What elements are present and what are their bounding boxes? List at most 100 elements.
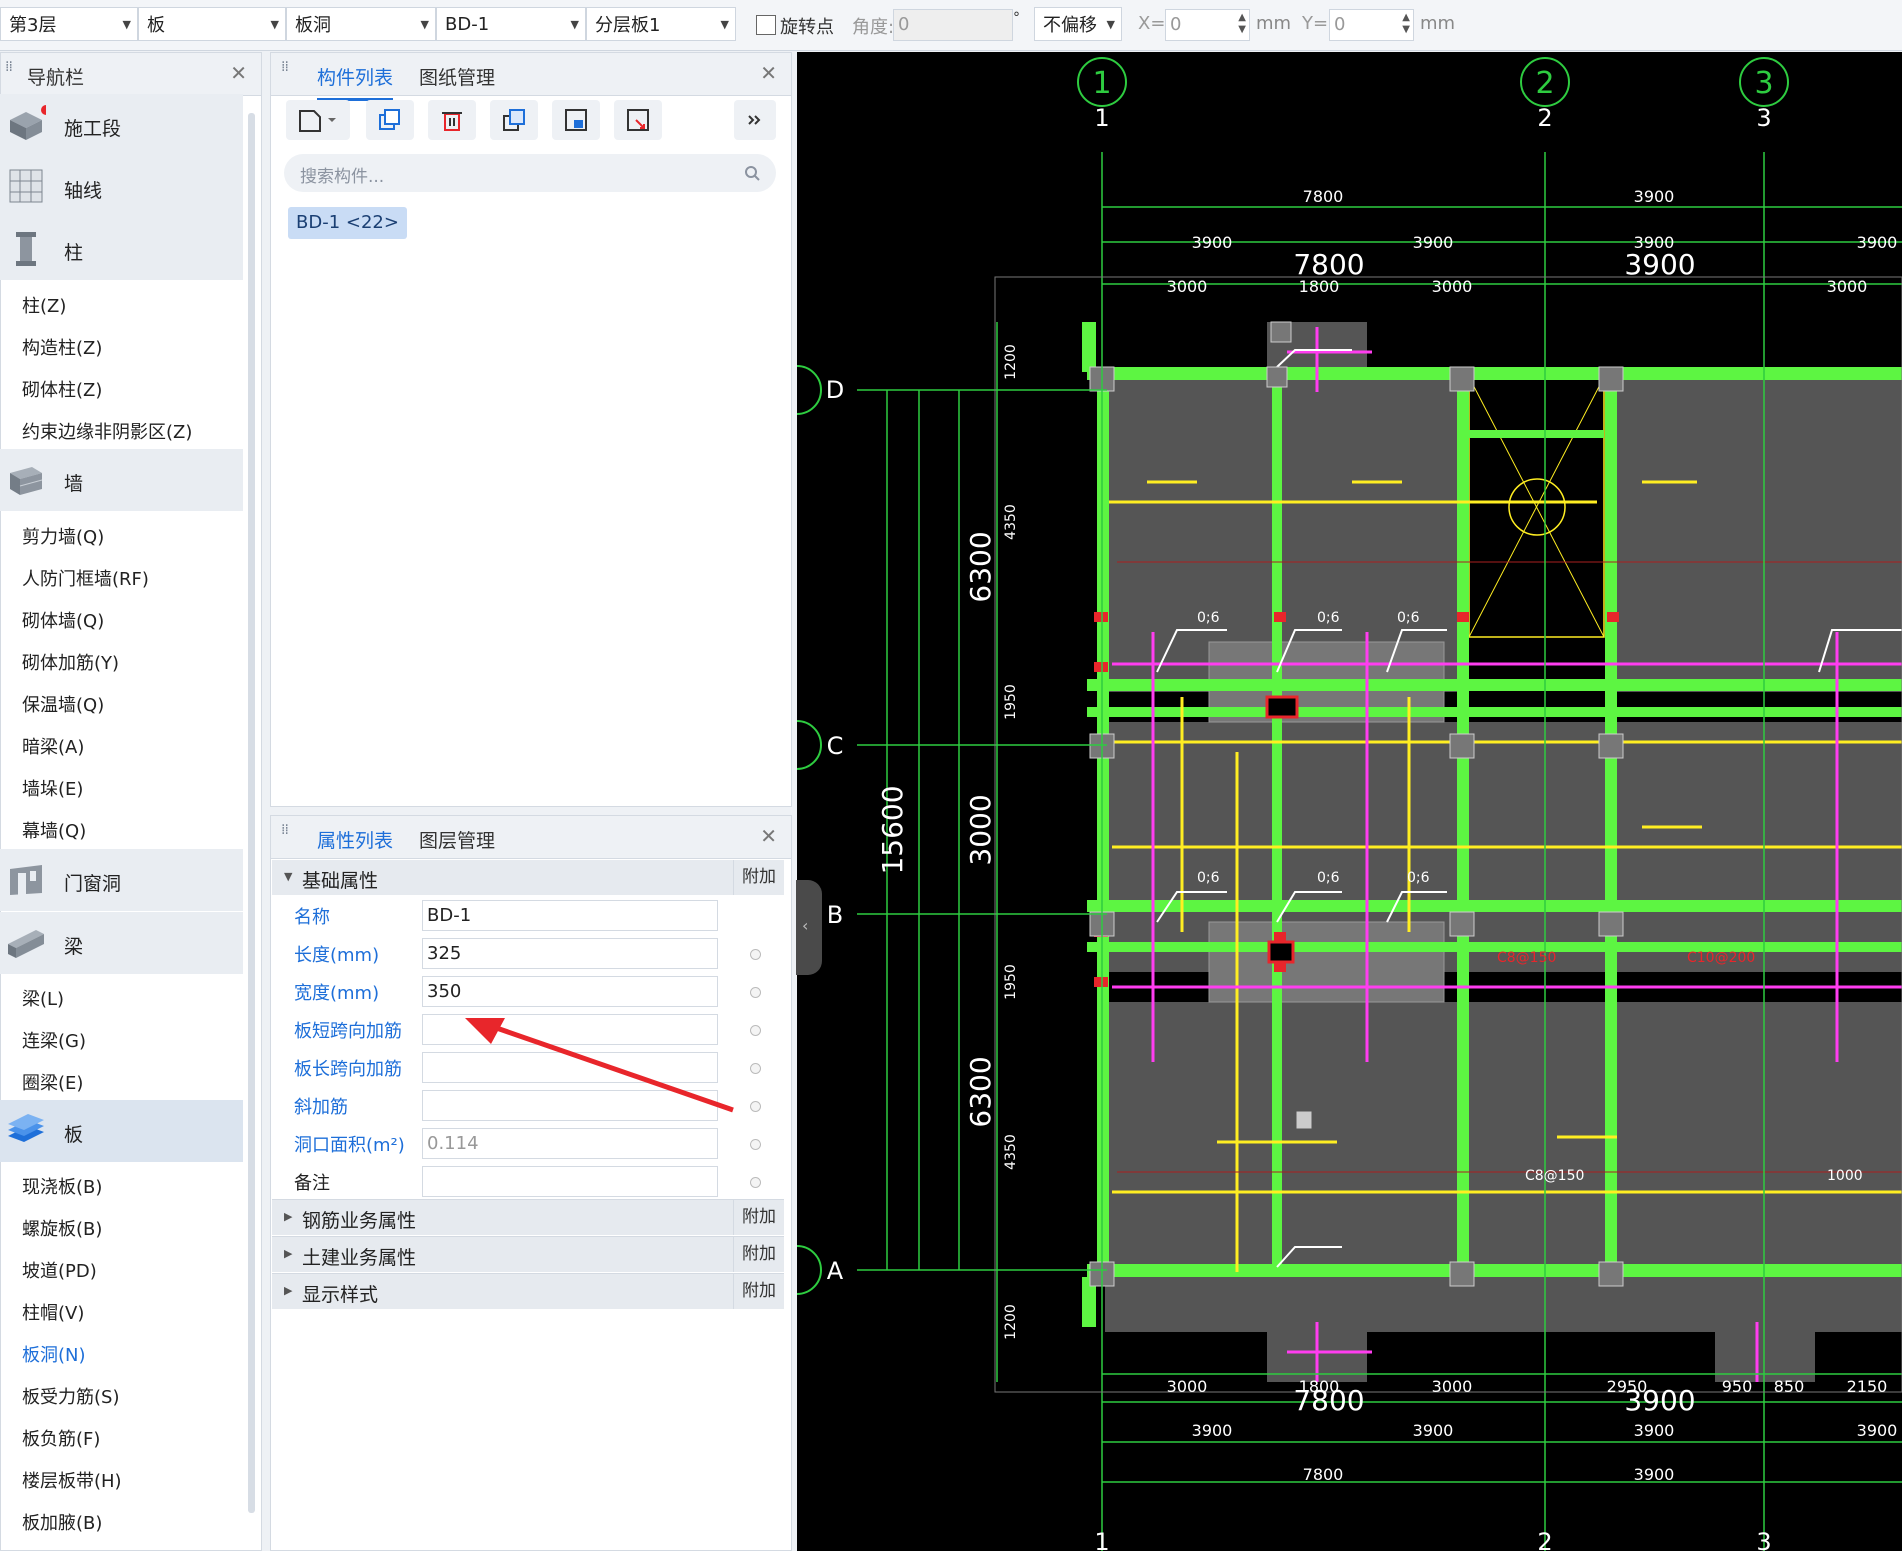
component-list-item[interactable]: BD-1 <22> xyxy=(288,207,407,239)
nav-group-slab[interactable]: 板 xyxy=(0,1100,243,1162)
drag-handle-icon[interactable]: ⁞⁞ xyxy=(281,823,289,837)
nav-item-spiral-slab[interactable]: 螺旋板(B) xyxy=(22,1215,102,1241)
type-select[interactable]: 板洞 ▼ xyxy=(286,7,436,41)
close-icon[interactable]: ✕ xyxy=(760,61,777,85)
nav-group-axis[interactable]: 轴线 xyxy=(0,156,243,218)
component-search-input[interactable]: 搜索构件... xyxy=(284,154,776,192)
floor-plan-drawing[interactable]: 1 2 3 1 2 3 1 2 3 D C B A 7800 3900 3900… xyxy=(797,52,1902,1551)
property-value-input[interactable]: BD-1 xyxy=(422,900,718,931)
nav-item-masonry-reinforcement[interactable]: 砌体加筋(Y) xyxy=(22,649,119,675)
drawing-canvas[interactable]: 1 2 3 1 2 3 1 2 3 D C B A 7800 3900 3900… xyxy=(797,52,1902,1551)
more-tools-button[interactable] xyxy=(734,100,776,140)
nav-group-beam[interactable]: 梁 xyxy=(0,912,243,974)
additional-checkbox[interactable] xyxy=(750,1139,761,1150)
component-value: BD-1 xyxy=(445,13,490,35)
close-icon[interactable]: ✕ xyxy=(760,824,777,848)
property-value-input[interactable] xyxy=(422,1166,718,1197)
offset-mode-select[interactable]: 不偏移 ▼ xyxy=(1034,7,1122,41)
tab-property-list[interactable]: 属性列表 xyxy=(317,826,394,864)
property-value-input[interactable]: 350 xyxy=(422,976,718,1007)
nav-item-coupling-beam[interactable]: 连梁(G) xyxy=(22,1027,86,1053)
drag-handle-icon[interactable]: ⁞⁞ xyxy=(281,60,289,74)
dim-text: 4350 xyxy=(1003,504,1019,540)
nav-item-column[interactable]: 柱(Z) xyxy=(22,292,66,318)
copy-to-floor-button[interactable] xyxy=(490,100,538,140)
search-icon[interactable] xyxy=(744,165,760,181)
save-icon xyxy=(565,109,587,131)
property-value-input[interactable]: 325 xyxy=(422,938,718,969)
x-value: 0 xyxy=(1170,14,1182,35)
dim-text: 1200 xyxy=(1003,344,1019,380)
property-label: 板长跨向加筋 xyxy=(294,1059,402,1080)
property-label: 洞口面积(m²) xyxy=(294,1135,405,1156)
nav-item-beam[interactable]: 梁(L) xyxy=(22,985,64,1011)
nav-item-shear-wall[interactable]: 剪力墙(Q) xyxy=(22,523,104,549)
rotate-point-label: 旋转点 xyxy=(780,17,834,38)
copy-component-button[interactable] xyxy=(366,100,414,140)
chevron-down-icon: ▼ xyxy=(720,18,729,31)
section-rebar-properties[interactable]: ▶ 钢筋业务属性 附加 xyxy=(272,1199,784,1235)
section-civil-properties[interactable]: ▶ 土建业务属性 附加 xyxy=(272,1236,784,1272)
additional-checkbox[interactable] xyxy=(750,987,761,998)
nav-group-opening[interactable]: 门窗洞 xyxy=(0,849,243,911)
tab-layer-management[interactable]: 图层管理 xyxy=(419,826,495,853)
nav-item-slab-strip[interactable]: 楼层板带(H) xyxy=(22,1467,122,1493)
layer-select[interactable]: 分层板1 ▼ xyxy=(586,7,736,41)
nav-group-stage[interactable]: 施工段 xyxy=(0,94,243,156)
axis-label-3: 3 xyxy=(1756,104,1771,132)
additional-checkbox[interactable] xyxy=(750,949,761,960)
rebar-label: 1000 xyxy=(1827,1168,1863,1184)
copy-icon xyxy=(379,109,400,130)
nav-item-wall-pier[interactable]: 墙垛(E) xyxy=(22,775,83,801)
nav-item-slab-haunch[interactable]: 板加腋(B) xyxy=(22,1509,102,1535)
nav-scrollbar[interactable] xyxy=(248,113,255,1513)
dim-text: 3900 xyxy=(1192,233,1233,252)
nav-item-constructional-column[interactable]: 构造柱(Z) xyxy=(22,334,102,360)
nav-item-hidden-beam[interactable]: 暗梁(A) xyxy=(22,733,84,759)
nav-item-slab-rebar[interactable]: 板受力筋(S) xyxy=(22,1383,119,1409)
nav-item-masonry-wall[interactable]: 砌体墙(Q) xyxy=(22,607,104,633)
category-select[interactable]: 板 ▼ xyxy=(138,7,286,41)
spin-arrows-icon[interactable]: ▲ ▼ xyxy=(1238,12,1246,36)
nav-item-masonry-column[interactable]: 砌体柱(Z) xyxy=(22,376,102,402)
tab-drawing-management[interactable]: 图纸管理 xyxy=(419,63,495,90)
triangle-down-icon: ▼ xyxy=(284,870,293,883)
annotation-arrow xyxy=(465,1018,734,1113)
axis-label-a: A xyxy=(827,1257,844,1285)
y-offset-input[interactable]: 0 ▲ ▼ xyxy=(1329,9,1414,41)
delete-component-button[interactable] xyxy=(428,100,476,140)
extract-component-button[interactable] xyxy=(614,100,662,140)
nav-item-cast-slab[interactable]: 现浇板(B) xyxy=(22,1173,102,1199)
nav-item-slab-opening[interactable]: 板洞(N) xyxy=(22,1341,86,1367)
section-basic-properties[interactable]: ▼ 基础属性 附加 xyxy=(272,860,784,895)
new-component-button[interactable] xyxy=(286,100,350,140)
rebar-label: 0;6 xyxy=(1317,610,1340,626)
additional-column-header: 附加 xyxy=(733,1200,784,1235)
nav-group-wall[interactable]: 墙 xyxy=(0,449,243,511)
close-icon[interactable]: ✕ xyxy=(230,61,247,85)
section-display-style[interactable]: ▶ 显示样式 附加 xyxy=(272,1273,784,1309)
angle-input[interactable]: 0 xyxy=(893,9,1013,41)
nav-group-column[interactable]: 柱 xyxy=(0,218,243,280)
save-component-button[interactable] xyxy=(552,100,600,140)
nav-item-curtain-wall[interactable]: 幕墙(Q) xyxy=(22,817,86,843)
nav-item-insulation-wall[interactable]: 保温墙(Q) xyxy=(22,691,104,717)
floor-select[interactable]: 第3层 ▼ xyxy=(0,7,138,41)
spin-arrows-icon[interactable]: ▲ ▼ xyxy=(1402,12,1410,36)
nav-item-ring-beam[interactable]: 圈梁(E) xyxy=(22,1069,83,1095)
dim-text: 4350 xyxy=(1003,1134,1019,1170)
nav-item-boundary-zone[interactable]: 约束边缘非阴影区(Z) xyxy=(22,418,192,444)
component-select[interactable]: BD-1 ▼ xyxy=(436,7,586,41)
drag-handle-icon[interactable]: ⁞⁞ xyxy=(5,60,13,74)
tab-component-list[interactable]: 构件列表 xyxy=(317,63,394,101)
rotate-point-checkbox[interactable] xyxy=(756,15,776,35)
section-title: 钢筋业务属性 xyxy=(302,1210,417,1232)
x-offset-input[interactable]: 0 ▲ ▼ xyxy=(1165,9,1250,41)
chevron-left-icon: ‹ xyxy=(802,916,809,935)
panel-collapse-handle[interactable]: ‹ xyxy=(796,880,822,975)
nav-item-ramp[interactable]: 坡道(PD) xyxy=(22,1257,97,1283)
nav-item-civil-defense-wall[interactable]: 人防门框墙(RF) xyxy=(22,565,149,591)
nav-item-column-cap[interactable]: 柱帽(V) xyxy=(22,1299,84,1325)
additional-checkbox[interactable] xyxy=(750,1177,761,1188)
nav-item-negative-rebar[interactable]: 板负筋(F) xyxy=(22,1425,100,1451)
